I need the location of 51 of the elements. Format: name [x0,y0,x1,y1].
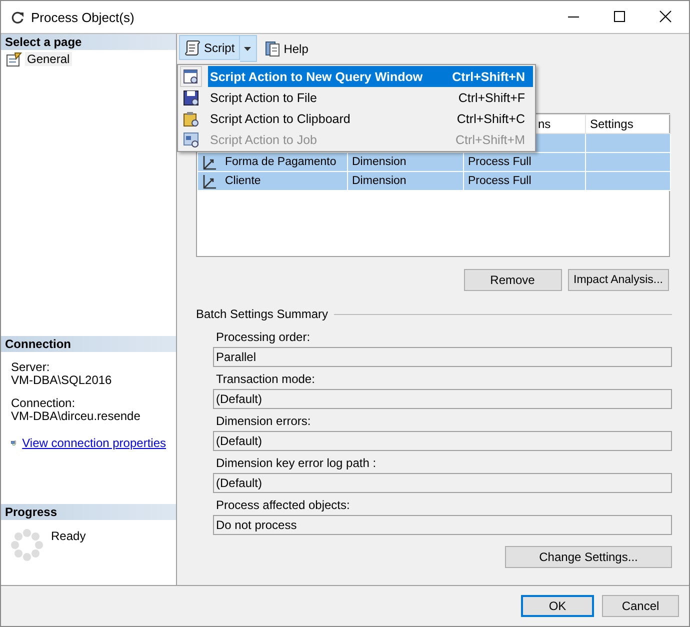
refresh-icon [11,10,24,24]
table-cell: Dimension [348,172,464,190]
read-only-field: (Default) [213,431,672,451]
field-label: Transaction mode: [215,371,316,388]
toolbar-button[interactable]: Help [258,36,314,61]
window-title: Process Object(s) [31,10,134,24]
clipboard-icon [183,110,199,126]
read-only-field: Parallel [213,347,672,367]
toolbar-button[interactable]: Script [179,35,240,60]
section-header: Connection [1,336,176,352]
cancel-button[interactable]: Cancel [602,595,679,617]
connection-properties-link[interactable]: View connection properties [22,436,166,450]
window-icon [183,68,199,84]
read-only-field: (Default) [213,473,672,493]
server-label: Server: [11,361,51,374]
impact-analysis-button[interactable]: Impact Analysis... [568,269,669,291]
table-cell: Process Full [464,152,586,172]
status-text: Ready [51,529,86,545]
cell-text: Forma de Pagamento [225,156,336,168]
remove-button[interactable]: Remove [464,269,562,291]
table-cell: Process Full [464,172,586,190]
spinner-icon [11,529,43,561]
scroll-icon [184,39,201,56]
change-settings-button[interactable]: Change Settings... [505,546,672,568]
dimension-icon [202,154,217,170]
field-label: Dimension errors: [215,413,312,430]
field-label: Dimension key error log path : [215,455,378,472]
read-only-field: (Default) [213,389,672,409]
section-header: Progress [1,504,176,520]
dropdown-button[interactable] [240,35,257,62]
menu-item[interactable]: Script Action to File Ctrl+Shift+F [208,87,533,108]
book-icon [264,40,281,57]
cell-text: Cliente [225,175,261,187]
floppy-icon [183,90,199,106]
page-icon [6,51,22,67]
caret-icon [244,46,252,50]
read-only-field: Do not process [213,515,672,535]
ok-button[interactable]: OK [521,595,594,617]
connection-label: Connection: [11,397,76,410]
sidebar-item[interactable]: General [25,52,72,66]
menu-item[interactable]: Script Action to New Query Window Ctrl+Shift+N [208,66,533,87]
dimension-icon [202,174,217,188]
section-header: Select a page [1,34,176,50]
group-title: Batch Settings Summary [196,307,328,321]
server-value: VM-DBA\SQL2016 [11,374,113,387]
window-icon [183,132,199,148]
field-label: Process affected objects: [215,497,351,514]
column-header: Settings [586,114,670,134]
connection-value: VM-DBA\dirceu.resende [11,410,142,423]
field-label: Processing order: [215,329,312,346]
table-cell: Dimension [348,152,464,172]
